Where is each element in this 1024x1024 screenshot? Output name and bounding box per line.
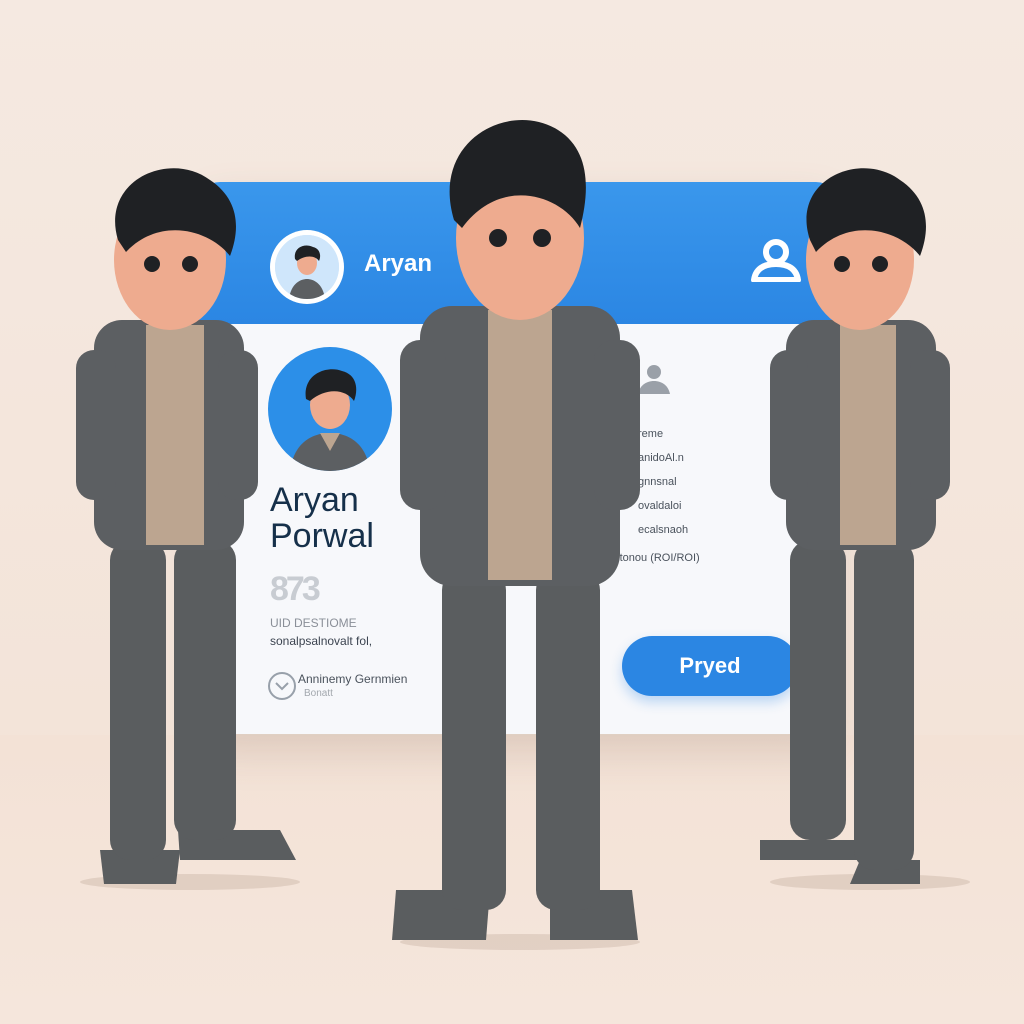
character-figure-center	[390, 110, 650, 950]
character-figure-left	[70, 160, 310, 890]
character-figure-right	[760, 160, 980, 890]
scene: Aryan Aryan Porwal 873 UID DESTIOME sona…	[0, 0, 1024, 1024]
